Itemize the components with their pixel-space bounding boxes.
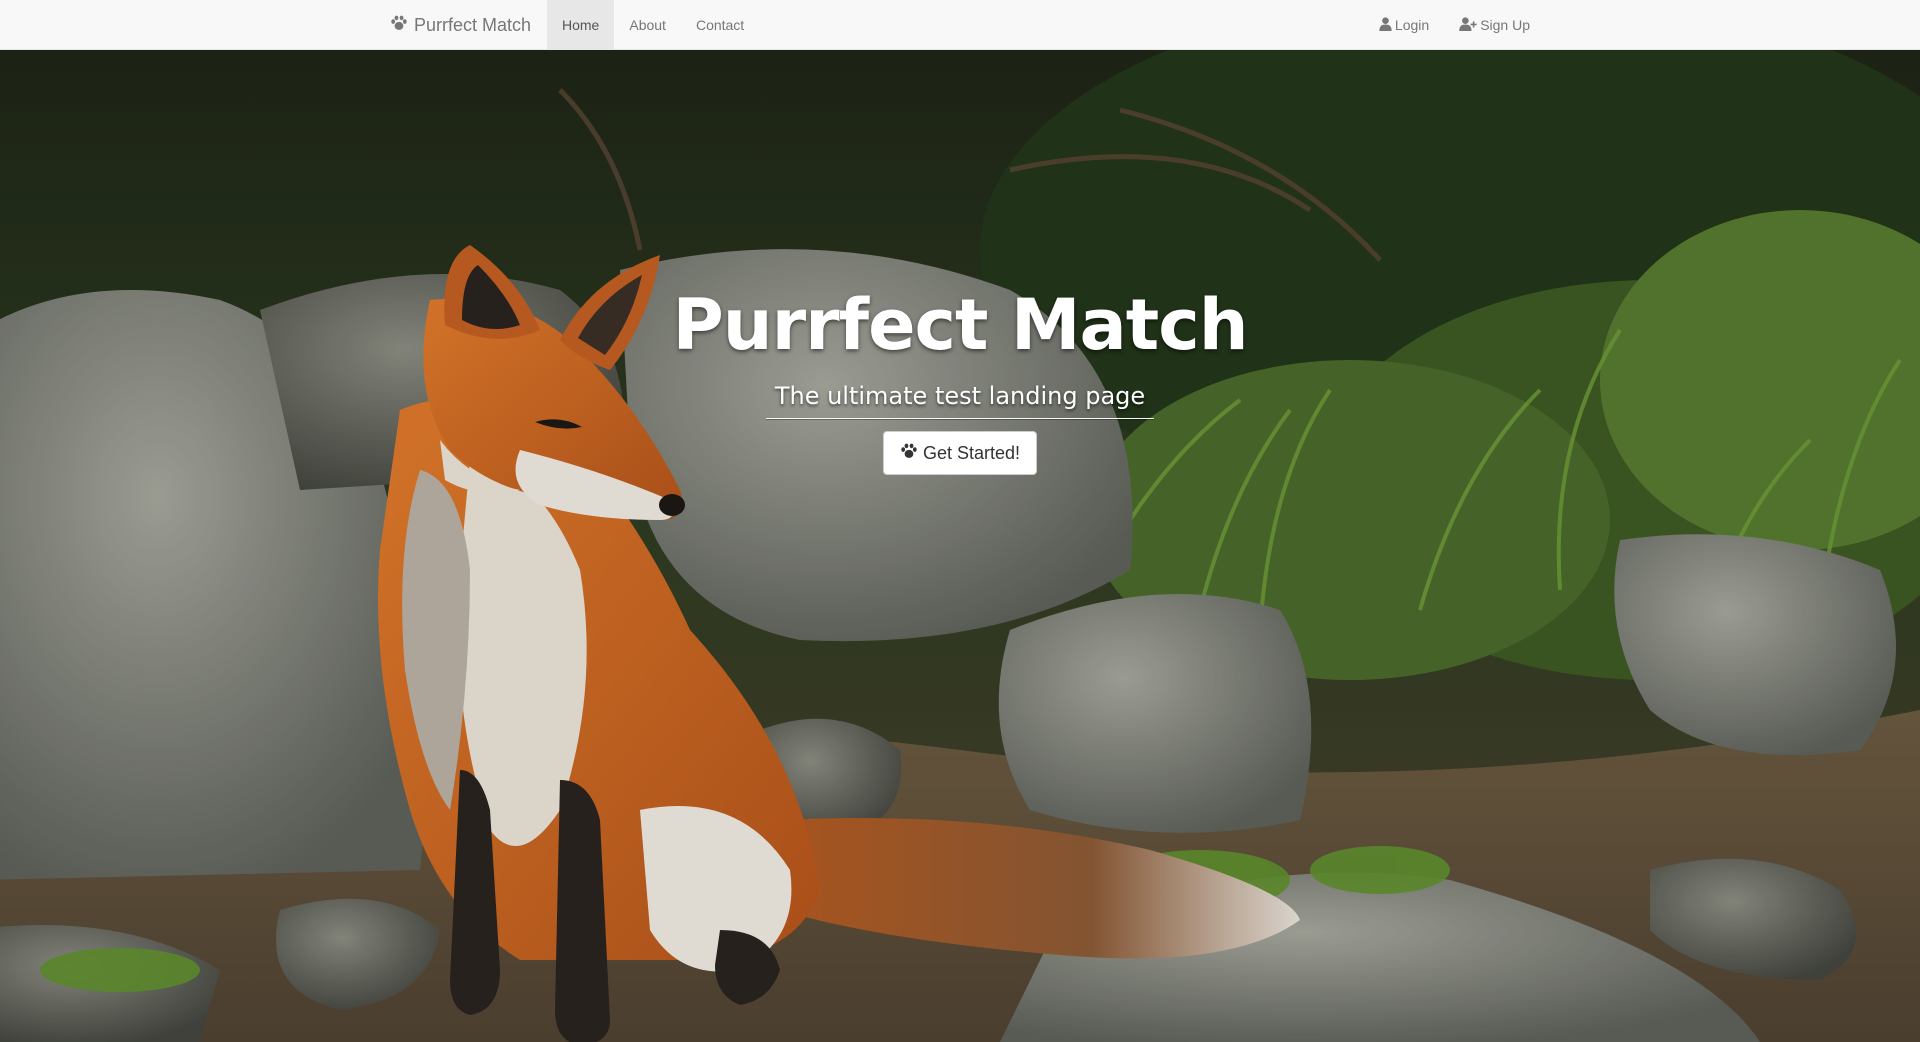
primary-nav: Home About Contact: [547, 0, 759, 50]
nav-about-label: About: [629, 17, 666, 33]
nav-login-label: Login: [1394, 17, 1430, 33]
account-nav: Login Sign Up: [1364, 0, 1545, 50]
nav-contact-label: Contact: [695, 17, 745, 33]
hero-subtitle: The ultimate test landing page: [774, 382, 1146, 410]
user-icon: [1379, 16, 1395, 34]
paw-icon: [390, 15, 414, 36]
paw-icon: [900, 443, 923, 464]
hero-section: Purrfect Match The ultimate test landing…: [0, 50, 1920, 1042]
get-started-label: Get Started!: [922, 442, 1021, 463]
brand-link[interactable]: Purrfect Match: [390, 0, 531, 50]
nav-login[interactable]: Login: [1364, 0, 1444, 50]
hero-divider: [766, 418, 1154, 420]
nav-signup-label: Sign Up: [1480, 17, 1530, 33]
nav-home[interactable]: Home: [547, 0, 615, 50]
brand-label: Purrfect Match: [414, 14, 532, 35]
user-plus-icon: [1459, 16, 1480, 34]
hero-title: Purrfect Match: [672, 284, 1248, 366]
hero-content: Purrfect Match The ultimate test landing…: [0, 290, 1920, 475]
get-started-button[interactable]: Get Started!: [882, 431, 1038, 475]
nav-home-label: Home: [562, 17, 600, 33]
fox-background-image: [0, 50, 1920, 1042]
navbar: Purrfect Match Home About Contact Login …: [0, 0, 1920, 50]
navbar-container: Purrfect Match Home About Contact Login …: [375, 0, 1545, 50]
nav-contact[interactable]: Contact: [681, 0, 759, 50]
nav-signup[interactable]: Sign Up: [1444, 0, 1545, 50]
nav-about[interactable]: About: [614, 0, 681, 50]
